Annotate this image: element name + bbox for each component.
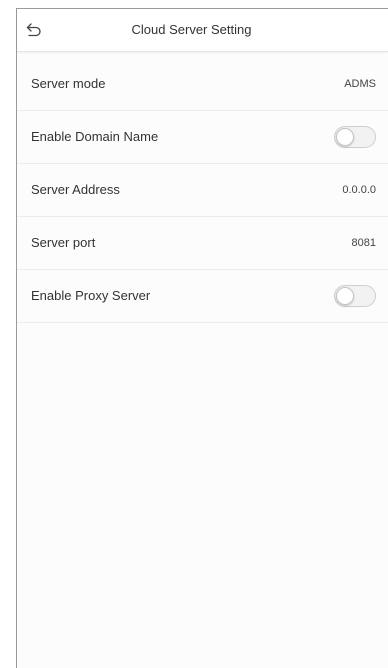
enable-domain-name-row[interactable]: Enable Domain Name [17,111,388,164]
enable-domain-name-toggle[interactable] [334,126,376,148]
server-mode-label: Server mode [31,76,106,91]
server-port-value: 8081 [351,237,376,249]
server-address-label: Server Address [31,182,120,197]
server-mode-value: ADMS [344,78,376,90]
toggle-knob [336,287,354,305]
enable-domain-name-label: Enable Domain Name [31,129,159,144]
server-port-row[interactable]: Server port 8081 [17,217,388,270]
server-port-label: Server port [31,235,96,250]
toggle-knob [336,128,354,146]
device-screen: Cloud Server Setting Server mode ADMS En… [16,8,388,668]
enable-proxy-server-label: Enable Proxy Server [31,288,151,303]
enable-proxy-server-toggle[interactable] [334,285,376,307]
settings-list: Server mode ADMS Enable Domain Name Serv… [17,58,388,323]
server-address-value: 0.0.0.0 [342,184,376,196]
server-address-row[interactable]: Server Address 0.0.0.0 [17,164,388,217]
page-title: Cloud Server Setting [131,22,252,37]
enable-proxy-server-row[interactable]: Enable Proxy Server [17,270,388,323]
server-mode-row[interactable]: Server mode ADMS [17,58,388,111]
title-bar: Cloud Server Setting [17,9,388,52]
